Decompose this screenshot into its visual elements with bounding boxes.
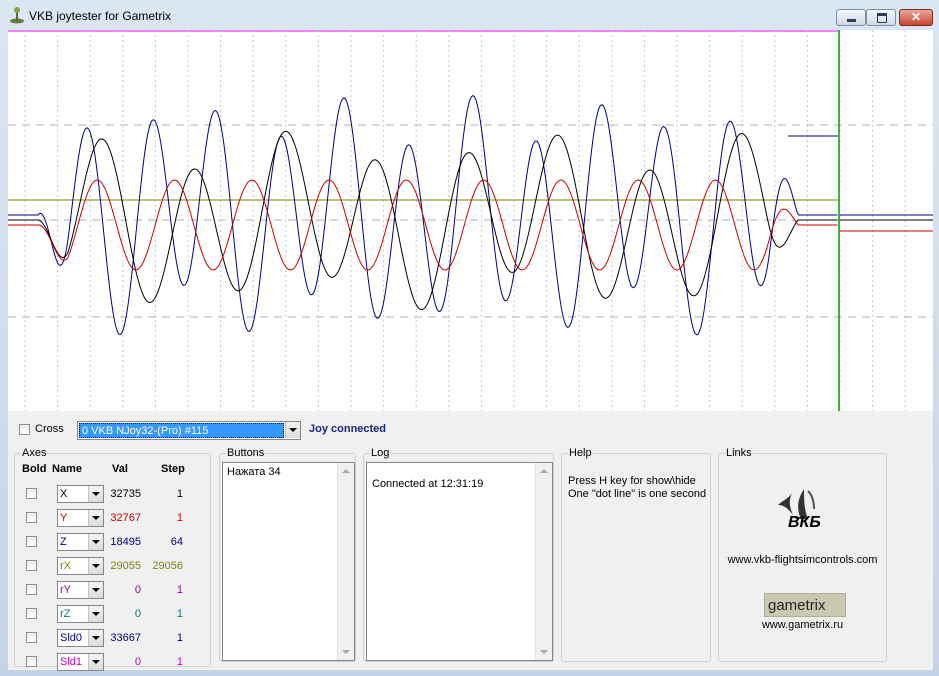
axis-name-value: Sld0 (60, 632, 83, 644)
axes-plot-canvas (8, 30, 933, 411)
axis-name-value: rZ (60, 608, 71, 620)
axis-bold-checkbox[interactable] (26, 512, 37, 523)
axis-name-value: Z (60, 536, 67, 548)
buttons-group-title: Buttons (226, 447, 266, 459)
axis-name-value: rX (60, 560, 71, 572)
links-group: Links ВКБ www.vkb-flightsimcontrols.com … (718, 447, 887, 662)
vkb-logo-text: ВКБ (788, 514, 821, 531)
buttons-group: Buttons Нажата 34 (219, 447, 356, 662)
axis-name-value: Sld1 (60, 656, 83, 668)
help-group-title: Help (568, 447, 593, 459)
axis-step: 1 (176, 512, 183, 524)
help-line-2: One "dot line" is one second (568, 488, 707, 500)
axes-plot (8, 30, 933, 411)
log-group: Log Connected at 12:31:19 (363, 447, 554, 662)
help-line-1: Press H key for show\hide (568, 475, 696, 487)
val-header: Val (112, 463, 128, 475)
axis-bold-checkbox[interactable] (26, 584, 37, 595)
maximize-button[interactable] (866, 9, 896, 26)
axis-step: 29056 (152, 560, 183, 572)
axis-step: 64 (170, 536, 183, 548)
axis-bold-checkbox[interactable] (26, 536, 37, 547)
help-group: Help Press H key for show\hide One "dot … (561, 447, 711, 662)
gametrix-logo[interactable]: gametrix (764, 593, 846, 617)
gametrix-link[interactable]: www.gametrix.ru (719, 619, 886, 631)
chevron-down-icon[interactable] (285, 422, 300, 438)
axis-bold-checkbox[interactable] (26, 632, 37, 643)
minimize-button[interactable] (836, 9, 866, 26)
device-select[interactable]: 0 VKB NJoy32-(Pro) #115 (77, 421, 301, 440)
log-group-title: Log (370, 447, 391, 459)
scroll-down-icon[interactable] (342, 650, 350, 654)
bold-header: Bold (22, 463, 47, 475)
name-header: Name (52, 463, 82, 475)
vkb-logo[interactable]: ВКБ (774, 487, 834, 541)
joystick-app-icon (10, 7, 24, 24)
scroll-down-icon[interactable] (540, 650, 548, 654)
axis-bold-checkbox[interactable] (26, 608, 37, 619)
buttons-listbox[interactable]: Нажата 34 (222, 462, 355, 661)
cross-checkbox[interactable] (19, 424, 30, 435)
axis-bold-checkbox[interactable] (26, 656, 37, 667)
axis-name-value: Y (60, 512, 68, 524)
device-select-value: 0 VKB NJoy32-(Pro) #115 (79, 423, 284, 438)
axis-bold-checkbox[interactable] (26, 560, 37, 571)
log-scrollbar[interactable] (535, 463, 552, 660)
axis-name-value: rY (60, 584, 71, 596)
axis-step: 1 (176, 656, 183, 668)
scroll-up-icon[interactable] (540, 469, 548, 473)
app-window: VKB joytester for Gametrix ✕ Cross 0 VKB… (0, 0, 939, 676)
close-button[interactable]: ✕ (899, 9, 933, 26)
axis-name-value: X (60, 488, 68, 500)
gametrix-logo-text: gametrix (768, 597, 826, 614)
links-group-title: Links (725, 447, 753, 459)
scroll-up-icon[interactable] (342, 469, 350, 473)
cross-label: Cross (35, 423, 64, 435)
buttons-list-item[interactable]: Нажата 34 (227, 466, 281, 478)
title-bar[interactable]: VKB joytester for Gametrix ✕ (0, 0, 939, 30)
log-entry: Connected at 12:31:19 (372, 478, 484, 490)
log-listbox[interactable]: Connected at 12:31:19 (366, 462, 553, 661)
buttons-scrollbar[interactable] (337, 463, 354, 660)
axis-step: 1 (176, 584, 183, 596)
vkb-link[interactable]: www.vkb-flightsimcontrols.com (719, 554, 886, 566)
client-area: Cross 0 VKB NJoy32-(Pro) #115 Joy connec… (8, 30, 933, 671)
axes-group-title: Axes (21, 447, 48, 459)
window-title: VKB joytester for Gametrix (29, 9, 172, 23)
axes-group: Axes Bold Name Val Step X 32735 1 Y 32767 1 Z 1… (14, 447, 211, 671)
step-header: Step (161, 463, 185, 475)
axis-step: 1 (176, 632, 183, 644)
axis-step: 1 (176, 608, 183, 620)
axis-step: 1 (176, 488, 183, 500)
connection-status: Joy connected (309, 423, 387, 435)
control-panel: Cross 0 VKB NJoy32-(Pro) #115 Joy connec… (8, 411, 933, 671)
axis-bold-checkbox[interactable] (26, 488, 37, 499)
